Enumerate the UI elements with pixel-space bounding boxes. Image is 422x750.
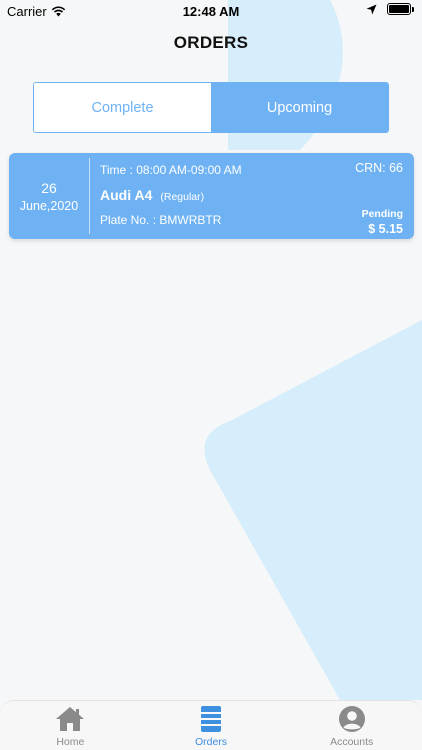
- plate-number: Plate No. : BMWRBTR: [100, 213, 222, 227]
- location-arrow-icon: [366, 4, 377, 14]
- order-month-year: June,2020: [19, 198, 79, 213]
- order-date: 26 June,2020: [9, 153, 89, 239]
- order-day: 26: [41, 179, 57, 196]
- account-icon: [338, 706, 365, 732]
- order-price: $ 5.15: [368, 222, 403, 236]
- car-name: Audi A4: [100, 187, 153, 203]
- battery-icon: [387, 3, 411, 15]
- tab-bar-home-label: Home: [56, 736, 85, 748]
- order-car: Audi A4 (Regular): [100, 187, 204, 203]
- tab-upcoming[interactable]: Upcoming: [211, 83, 388, 132]
- status-time: 12:48 AM: [182, 4, 240, 19]
- orders-icon: [201, 706, 221, 732]
- status-right-icons: [366, 3, 414, 15]
- home-icon: [56, 707, 85, 731]
- order-time-slot: Time : 08:00 AM-09:00 AM: [100, 163, 242, 177]
- tab-bar-orders-label: Orders: [194, 736, 228, 748]
- battery-tip: [412, 6, 414, 12]
- status-badge: Pending: [361, 208, 403, 220]
- status-bar: Carrier 12:48 AM: [0, 0, 422, 22]
- tab-bar-orders[interactable]: Orders: [141, 701, 282, 750]
- tab-bar-accounts[interactable]: Accounts: [281, 701, 422, 750]
- tab-bar-accounts-label: Accounts: [330, 736, 374, 748]
- bottom-tab-bar: Home Orders Accounts: [0, 700, 422, 750]
- order-crn: CRN: 66: [355, 161, 403, 175]
- car-type: (Regular): [160, 191, 205, 203]
- order-card[interactable]: 26 June,2020 Time : 08:00 AM-09:00 AM Au…: [9, 153, 414, 239]
- order-status-segmented-control: Complete Upcoming: [33, 82, 389, 133]
- tab-complete[interactable]: Complete: [34, 83, 211, 132]
- tab-bar-home[interactable]: Home: [0, 701, 141, 750]
- card-divider: [89, 158, 90, 234]
- page-title: ORDERS: [173, 33, 249, 52]
